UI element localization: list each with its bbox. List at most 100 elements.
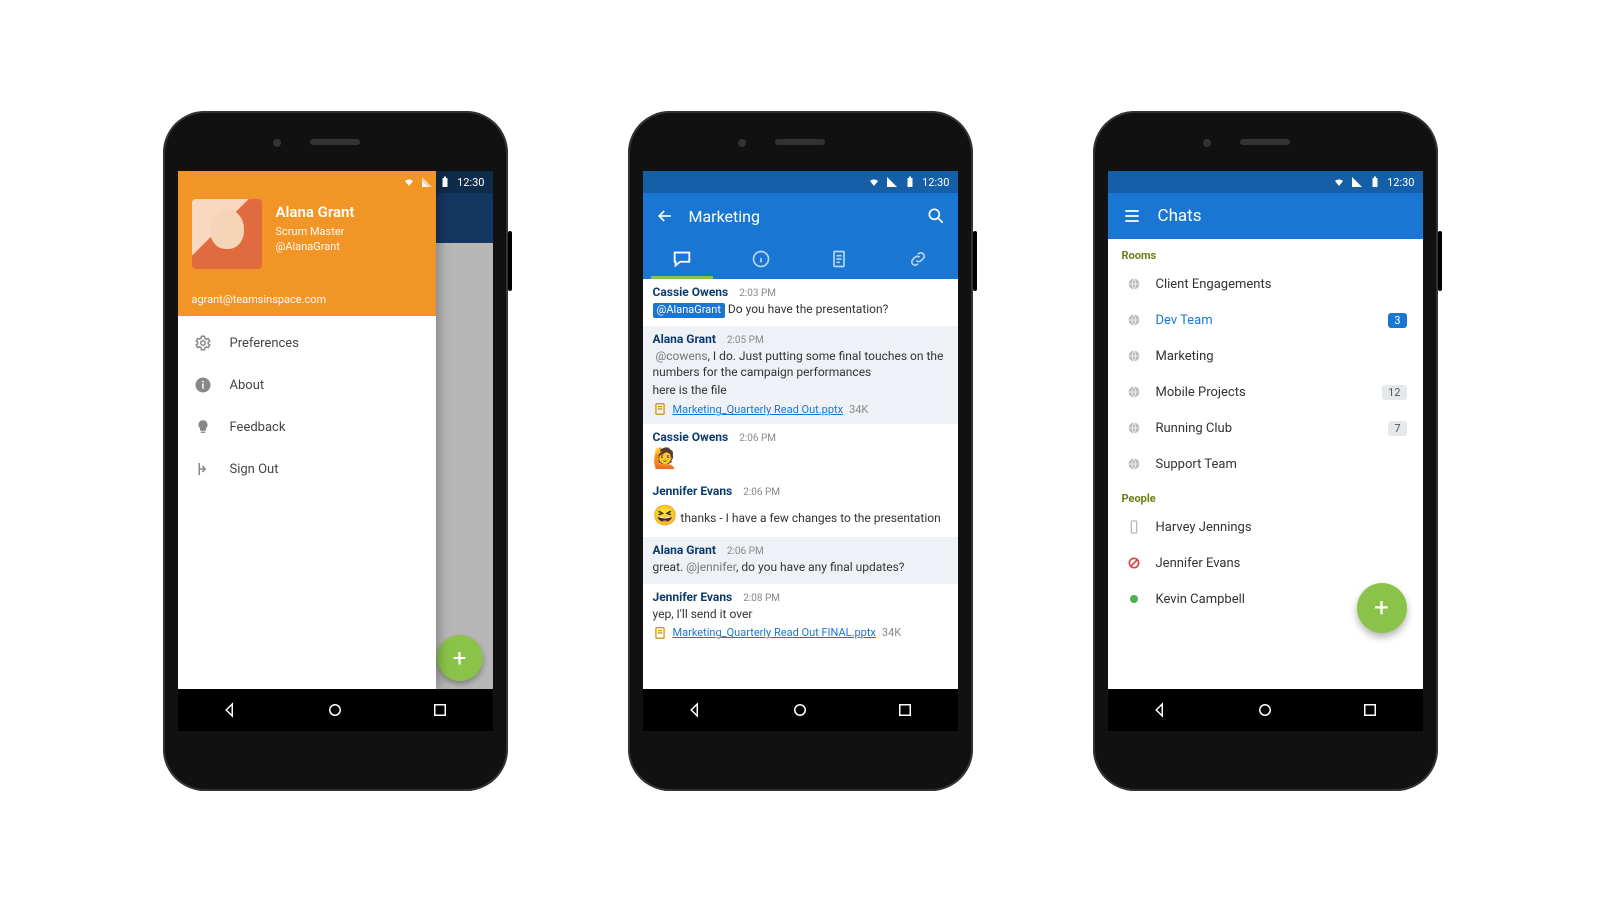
- chats-scroll[interactable]: Rooms Client Engagements Dev Team 3 Mark…: [1108, 239, 1423, 689]
- menu-about[interactable]: About: [178, 364, 436, 406]
- mention[interactable]: @cowens: [655, 349, 707, 363]
- menu-feedback[interactable]: Feedback: [178, 406, 436, 448]
- room-item[interactable]: Dev Team 3: [1108, 302, 1423, 338]
- globe-icon: [1126, 384, 1142, 400]
- message-time: 2:06 PM: [743, 487, 780, 498]
- message[interactable]: Cassie Owens 2:03 PM @AlanaGrant Do you …: [643, 279, 958, 326]
- phone-speaker: [775, 139, 825, 145]
- message-text: yep, I'll send it over: [653, 606, 948, 622]
- tab-links[interactable]: [879, 239, 958, 279]
- menu-label: Preferences: [230, 336, 299, 351]
- nav-recent[interactable]: [1361, 701, 1379, 719]
- profile-handle: @AlanaGrant: [276, 240, 355, 253]
- menu-label: Sign Out: [230, 462, 279, 477]
- nav-home[interactable]: [791, 701, 809, 719]
- message-text: , do you have any final updates?: [736, 560, 904, 574]
- rooms-list: Client Engagements Dev Team 3 Marketing …: [1108, 266, 1423, 482]
- message[interactable]: Cassie Owens 2:06 PM 🙋: [643, 424, 958, 478]
- message[interactable]: Alana Grant 2:06 PM great. @jennifer, do…: [643, 537, 958, 583]
- mention-chip[interactable]: @AlanaGrant: [653, 303, 725, 318]
- message-time: 2:05 PM: [727, 335, 764, 346]
- battery-icon: [1369, 176, 1381, 188]
- room-name: Marketing: [1156, 349, 1214, 364]
- fab-add[interactable]: +: [437, 635, 483, 681]
- message-time: 2:03 PM: [739, 288, 776, 299]
- unread-badge: 3: [1388, 313, 1406, 328]
- phone-side-button: [508, 231, 512, 291]
- screen-drawer: 12:30 + Alana Grant Scrum Master @AlanaG…: [178, 171, 493, 731]
- room-item[interactable]: Support Team: [1108, 446, 1423, 482]
- menu-preferences[interactable]: Preferences: [178, 322, 436, 364]
- status-time: 12:30: [1387, 176, 1414, 189]
- nav-recent[interactable]: [896, 701, 914, 719]
- avatar[interactable]: [192, 199, 262, 269]
- message-text: here is the file: [653, 382, 948, 398]
- person-item[interactable]: Jennifer Evans: [1108, 545, 1423, 581]
- back-arrow-icon[interactable]: [655, 206, 675, 226]
- person-item[interactable]: Harvey Jennings: [1108, 509, 1423, 545]
- phone-speaker: [310, 139, 360, 145]
- fab-new-chat[interactable]: +: [1357, 583, 1407, 633]
- file-icon: [653, 402, 667, 416]
- lightbulb-icon: [194, 418, 212, 436]
- nav-back[interactable]: [221, 701, 239, 719]
- nav-drawer: Alana Grant Scrum Master @AlanaGrant agr…: [178, 171, 436, 689]
- message-text: thanks - I have a few changes to the pre…: [680, 511, 940, 525]
- file-attachment[interactable]: Marketing_Quarterly Read Out.pptx 34K: [653, 402, 948, 416]
- signal-icon: [886, 176, 898, 188]
- room-name: Running Club: [1156, 421, 1233, 436]
- status-bar: 12:30: [178, 171, 493, 193]
- room-item[interactable]: Running Club 7: [1108, 410, 1423, 446]
- profile-email: agrant@teamsinspace.com: [192, 293, 422, 306]
- nav-home[interactable]: [326, 701, 344, 719]
- room-item[interactable]: Client Engagements: [1108, 266, 1423, 302]
- drawer-backdrop: + Alana Grant Scrum Master @AlanaGrant a…: [178, 171, 493, 689]
- app-bar: Chats: [1108, 193, 1423, 239]
- nav-back[interactable]: [1151, 701, 1169, 719]
- message[interactable]: Jennifer Evans 2:08 PM yep, I'll send it…: [643, 584, 958, 648]
- search-icon[interactable]: [926, 206, 946, 226]
- message-list[interactable]: Cassie Owens 2:03 PM @AlanaGrant Do you …: [643, 279, 958, 689]
- nav-back[interactable]: [686, 701, 704, 719]
- room-item[interactable]: Marketing: [1108, 338, 1423, 374]
- phone-speaker: [1240, 139, 1290, 145]
- room-item[interactable]: Mobile Projects 12: [1108, 374, 1423, 410]
- document-icon: [829, 249, 849, 269]
- chat-bubble-icon: [671, 248, 693, 270]
- file-name[interactable]: Marketing_Quarterly Read Out.pptx: [673, 403, 844, 416]
- room-title[interactable]: Marketing: [689, 207, 912, 226]
- room-name: Mobile Projects: [1156, 385, 1246, 400]
- link-icon: [908, 249, 928, 269]
- mobile-icon: [1126, 519, 1142, 535]
- message[interactable]: Alana Grant 2:05 PM @cowens, I do. Just …: [643, 326, 958, 425]
- mention[interactable]: @jennifer: [686, 560, 736, 574]
- file-name[interactable]: Marketing_Quarterly Read Out FINAL.pptx: [673, 626, 876, 639]
- nav-home[interactable]: [1256, 701, 1274, 719]
- tab-info[interactable]: [721, 239, 800, 279]
- message[interactable]: Jennifer Evans 2:06 PM 😆 thanks - I have…: [643, 478, 958, 537]
- signal-icon: [1351, 176, 1363, 188]
- nav-recent[interactable]: [431, 701, 449, 719]
- android-nav-bar: [643, 689, 958, 731]
- phone-frame: 12:30 Marketing: [628, 111, 973, 791]
- tab-notes[interactable]: [800, 239, 879, 279]
- sender-name: Jennifer Evans: [653, 484, 733, 498]
- emoji-icon: 🙋: [653, 446, 678, 470]
- android-nav-bar: [178, 689, 493, 731]
- file-attachment[interactable]: Marketing_Quarterly Read Out FINAL.pptx …: [653, 626, 948, 640]
- menu-signout[interactable]: Sign Out: [178, 448, 436, 490]
- profile-name: Alana Grant: [276, 203, 355, 221]
- globe-icon: [1126, 276, 1142, 292]
- message-time: 2:06 PM: [727, 546, 764, 557]
- hamburger-icon[interactable]: [1122, 206, 1142, 226]
- person-name: Harvey Jennings: [1156, 520, 1252, 535]
- emoji-icon: 😆: [653, 502, 678, 529]
- unread-badge: 12: [1382, 385, 1406, 400]
- section-people: People: [1108, 482, 1423, 509]
- sender-name: Cassie Owens: [653, 430, 729, 444]
- message-time: 2:08 PM: [743, 593, 780, 604]
- status-time: 12:30: [922, 176, 949, 189]
- status-time: 12:30: [457, 176, 484, 189]
- menu-label: About: [230, 378, 265, 393]
- tab-chat[interactable]: [643, 239, 722, 279]
